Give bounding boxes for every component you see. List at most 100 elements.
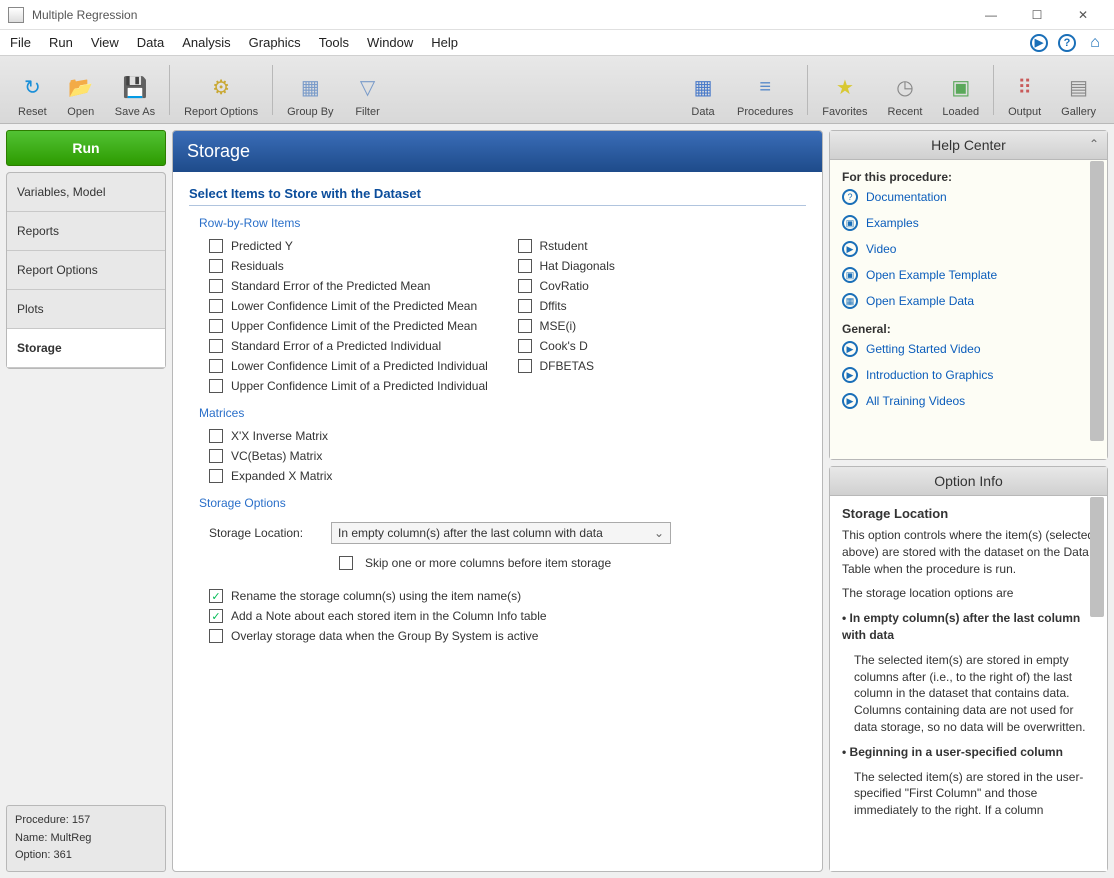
- overlay-storage-label: Overlay storage data when the Group By S…: [231, 629, 538, 643]
- item-left-5-checkbox[interactable]: [209, 339, 223, 353]
- help-center-panel: Help Center⌃ For this procedure: ?Docume…: [829, 130, 1108, 460]
- item-left-5-label: Standard Error of a Predicted Individual: [231, 339, 441, 353]
- menu-data[interactable]: Data: [137, 35, 164, 50]
- item-right-5-label: Cook's D: [540, 339, 588, 353]
- help-proc-2-icon: ▶: [842, 241, 858, 257]
- loaded-button[interactable]: ▣Loaded: [932, 60, 989, 120]
- reset-button[interactable]: ↻Reset: [8, 60, 57, 120]
- info-icon[interactable]: ⌂: [1086, 34, 1104, 52]
- data-button[interactable]: ▦Data: [679, 60, 727, 120]
- item-right-6-label: DFBETAS: [540, 359, 594, 373]
- recent-button[interactable]: ◷Recent: [878, 60, 933, 120]
- help-icon[interactable]: ?: [1058, 34, 1076, 52]
- groupby-button[interactable]: ▦Group By: [277, 60, 343, 120]
- menu-help[interactable]: Help: [431, 35, 458, 50]
- favorites-button[interactable]: ★Favorites: [812, 60, 877, 120]
- window-title: Multiple Regression: [32, 8, 968, 22]
- item-right-6-checkbox[interactable]: [518, 359, 532, 373]
- item-left-2-checkbox[interactable]: [209, 279, 223, 293]
- scrollbar-thumb[interactable]: [1090, 497, 1104, 617]
- item-left-4-label: Upper Confidence Limit of the Predicted …: [231, 319, 477, 333]
- help-gen-1-icon: ▶: [842, 367, 858, 383]
- skip-columns-label: Skip one or more columns before item sto…: [365, 556, 611, 570]
- item-left-6-checkbox[interactable]: [209, 359, 223, 373]
- help-gen-0[interactable]: ▶Getting Started Video: [842, 336, 1095, 362]
- help-gen-0-icon: ▶: [842, 341, 858, 357]
- nav-report-options[interactable]: Report Options: [7, 251, 165, 290]
- item-left-1-checkbox[interactable]: [209, 259, 223, 273]
- help-proc-4[interactable]: ▦Open Example Data: [842, 288, 1095, 314]
- option-desc: This option controls where the item(s) (…: [842, 527, 1095, 577]
- scrollbar-thumb[interactable]: [1090, 161, 1104, 441]
- close-button[interactable]: ✕: [1060, 0, 1106, 30]
- item-left-4-checkbox[interactable]: [209, 319, 223, 333]
- help-proc-2[interactable]: ▶Video: [842, 236, 1095, 262]
- item-left-3-checkbox[interactable]: [209, 299, 223, 313]
- item-right-1-checkbox[interactable]: [518, 259, 532, 273]
- collapse-icon[interactable]: ⌃: [1089, 137, 1099, 151]
- item-right-3-checkbox[interactable]: [518, 299, 532, 313]
- run-button[interactable]: Run: [6, 130, 166, 166]
- help-proc-4-icon: ▦: [842, 293, 858, 309]
- item-left-1-label: Residuals: [231, 259, 284, 273]
- menu-tools[interactable]: Tools: [319, 35, 349, 50]
- option-info-header: Option Info: [830, 467, 1107, 496]
- nav-variables-model[interactable]: Variables, Model: [7, 173, 165, 212]
- help-proc-3-icon: ▣: [842, 267, 858, 283]
- output-button[interactable]: ⠿Output: [998, 60, 1051, 120]
- item-right-5-checkbox[interactable]: [518, 339, 532, 353]
- status-box: Procedure: 157 Name: MultReg Option: 361: [6, 805, 166, 872]
- item-right-4-checkbox[interactable]: [518, 319, 532, 333]
- item-left-7-label: Upper Confidence Limit of a Predicted In…: [231, 379, 488, 393]
- toolbar: ↻Reset 📂Open 💾Save As ⚙Report Options ▦G…: [0, 56, 1114, 124]
- item-left-2-label: Standard Error of the Predicted Mean: [231, 279, 430, 293]
- filter-button[interactable]: ▽Filter: [344, 60, 392, 120]
- nav-reports[interactable]: Reports: [7, 212, 165, 251]
- menu-run[interactable]: Run: [49, 35, 73, 50]
- help-gen-1[interactable]: ▶Introduction to Graphics: [842, 362, 1095, 388]
- minimize-button[interactable]: —: [968, 0, 1014, 30]
- app-icon: [8, 7, 24, 23]
- item-left-7-checkbox[interactable]: [209, 379, 223, 393]
- gallery-button[interactable]: ▤Gallery: [1051, 60, 1106, 120]
- add-note-label: Add a Note about each stored item in the…: [231, 609, 547, 623]
- overlay-storage-checkbox[interactable]: [209, 629, 223, 643]
- item-right-4-label: MSE(i): [540, 319, 577, 333]
- nav-plots[interactable]: Plots: [7, 290, 165, 329]
- menu-graphics[interactable]: Graphics: [249, 35, 301, 50]
- play-icon[interactable]: ▶: [1030, 34, 1048, 52]
- nav-list: Variables, Model Reports Report Options …: [6, 172, 166, 369]
- item-right-0-checkbox[interactable]: [518, 239, 532, 253]
- help-proc-1[interactable]: ▣Examples: [842, 210, 1095, 236]
- help-gen-2[interactable]: ▶All Training Videos: [842, 388, 1095, 414]
- nav-storage[interactable]: Storage: [7, 329, 165, 368]
- help-proc-0[interactable]: ?Documentation: [842, 184, 1095, 210]
- option-heading: Storage Location: [842, 506, 1095, 521]
- rename-columns-checkbox[interactable]: [209, 589, 223, 603]
- open-button[interactable]: 📂Open: [57, 60, 105, 120]
- maximize-button[interactable]: ☐: [1014, 0, 1060, 30]
- help-center-header: Help Center⌃: [830, 131, 1107, 160]
- menu-analysis[interactable]: Analysis: [182, 35, 230, 50]
- matrix-1-checkbox[interactable]: [209, 449, 223, 463]
- menu-window[interactable]: Window: [367, 35, 413, 50]
- report-options-button[interactable]: ⚙Report Options: [174, 60, 268, 120]
- add-note-checkbox[interactable]: [209, 609, 223, 623]
- item-right-2-checkbox[interactable]: [518, 279, 532, 293]
- menu-file[interactable]: File: [10, 35, 31, 50]
- procedures-button[interactable]: ≡Procedures: [727, 60, 803, 120]
- item-left-0-checkbox[interactable]: [209, 239, 223, 253]
- saveas-button[interactable]: 💾Save As: [105, 60, 165, 120]
- matrix-2-checkbox[interactable]: [209, 469, 223, 483]
- help-proc-3[interactable]: ▣Open Example Template: [842, 262, 1095, 288]
- storage-location-label: Storage Location:: [209, 526, 319, 540]
- help-proc-1-icon: ▣: [842, 215, 858, 231]
- storage-location-select[interactable]: In empty column(s) after the last column…: [331, 522, 671, 544]
- menubar: File Run View Data Analysis Graphics Too…: [0, 30, 1114, 56]
- menu-view[interactable]: View: [91, 35, 119, 50]
- help-proc-heading: For this procedure:: [842, 170, 952, 184]
- skip-columns-checkbox[interactable]: [339, 556, 353, 570]
- main-panel: Storage Select Items to Store with the D…: [172, 130, 823, 872]
- matrix-0-checkbox[interactable]: [209, 429, 223, 443]
- help-proc-0-icon: ?: [842, 189, 858, 205]
